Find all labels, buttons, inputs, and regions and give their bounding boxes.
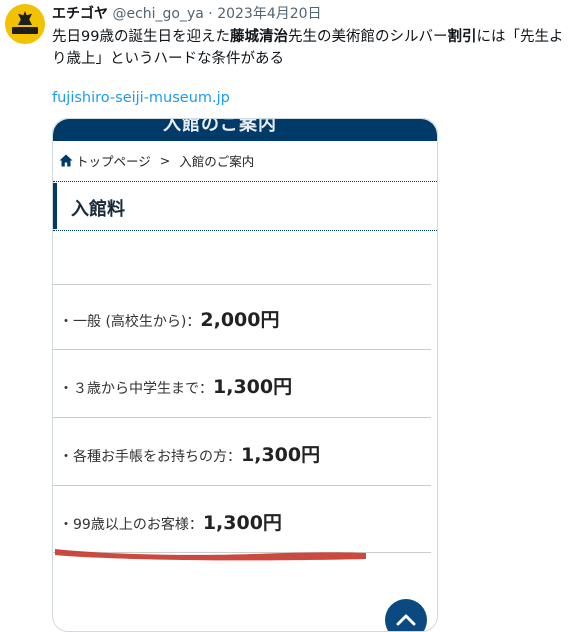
red-underline-annotation: [55, 549, 366, 561]
price-row: ・99歳以上のお客様：1,300円: [53, 485, 431, 548]
tweet-text: 先日99歳の誕生日を迎えた藤城清治先生の美術館のシルバー割引には「先生より歳上」…: [52, 26, 566, 70]
price-label: ・一般 (高校生から)：: [59, 314, 201, 330]
price-value: 1,300円: [241, 444, 321, 466]
section-accent-bar: [53, 183, 57, 229]
scroll-top-button[interactable]: [385, 599, 427, 631]
price-label: ・各種お手帳をお持ちの方：: [59, 449, 241, 465]
home-icon: [59, 154, 73, 167]
author-name[interactable]: エチゴヤ: [52, 6, 108, 22]
tweet-header: エチゴヤ @echi_go_ya · 2023年4月20日: [52, 5, 322, 23]
price-label: ・99歳以上のお客様：: [59, 517, 203, 533]
site-header-text: 入館のご案内: [163, 119, 277, 135]
price-row: ・一般 (高校生から)：2,000円: [53, 284, 431, 347]
tweet-text-bold2: 割引: [447, 29, 477, 45]
tweet-text-part1: 先日99歳の誕生日を迎えた: [52, 29, 230, 45]
tweet-text-bold1: 藤城清治: [229, 29, 288, 45]
breadcrumb-separator: >: [159, 153, 171, 168]
tweet-date[interactable]: 2023年4月20日: [217, 6, 321, 22]
site-header-bar: 入館のご案内: [53, 119, 437, 141]
price-value: 2,000円: [200, 309, 280, 331]
breadcrumb-divider: [53, 181, 437, 182]
section-divider: [53, 230, 437, 231]
price-row: ・各種お手帳をお持ちの方：1,300円: [53, 417, 431, 480]
price-label: ・３歳から中学生まで：: [59, 381, 213, 397]
section-title: 入館料: [71, 199, 125, 220]
price-value: 1,300円: [202, 512, 282, 534]
tweet-text-part2: 先生の美術館のシルバー: [287, 29, 448, 45]
section-header: 入館料: [53, 183, 437, 231]
breadcrumb-current: 入館のご案内: [179, 154, 255, 169]
author-avatar[interactable]: [5, 4, 45, 44]
author-handle[interactable]: @echi_go_ya: [112, 6, 203, 22]
chevron-up-icon: [396, 614, 416, 626]
header-separator: ·: [208, 6, 213, 22]
samurai-emblem-icon: [18, 11, 32, 25]
price-row: ・３歳から中学生まで：1,300円: [53, 349, 431, 412]
tweet-link[interactable]: fujishiro-seiji-museum.jp: [52, 88, 230, 108]
price-value: 1,300円: [213, 376, 293, 398]
breadcrumb: トップページ > 入館のご案内: [59, 151, 254, 170]
breadcrumb-home[interactable]: トップページ: [76, 151, 151, 170]
avatar-plate: [12, 27, 38, 34]
attached-image[interactable]: 入館のご案内 トップページ > 入館のご案内 入館料 ・一般 (高校生から)：2…: [52, 118, 438, 632]
